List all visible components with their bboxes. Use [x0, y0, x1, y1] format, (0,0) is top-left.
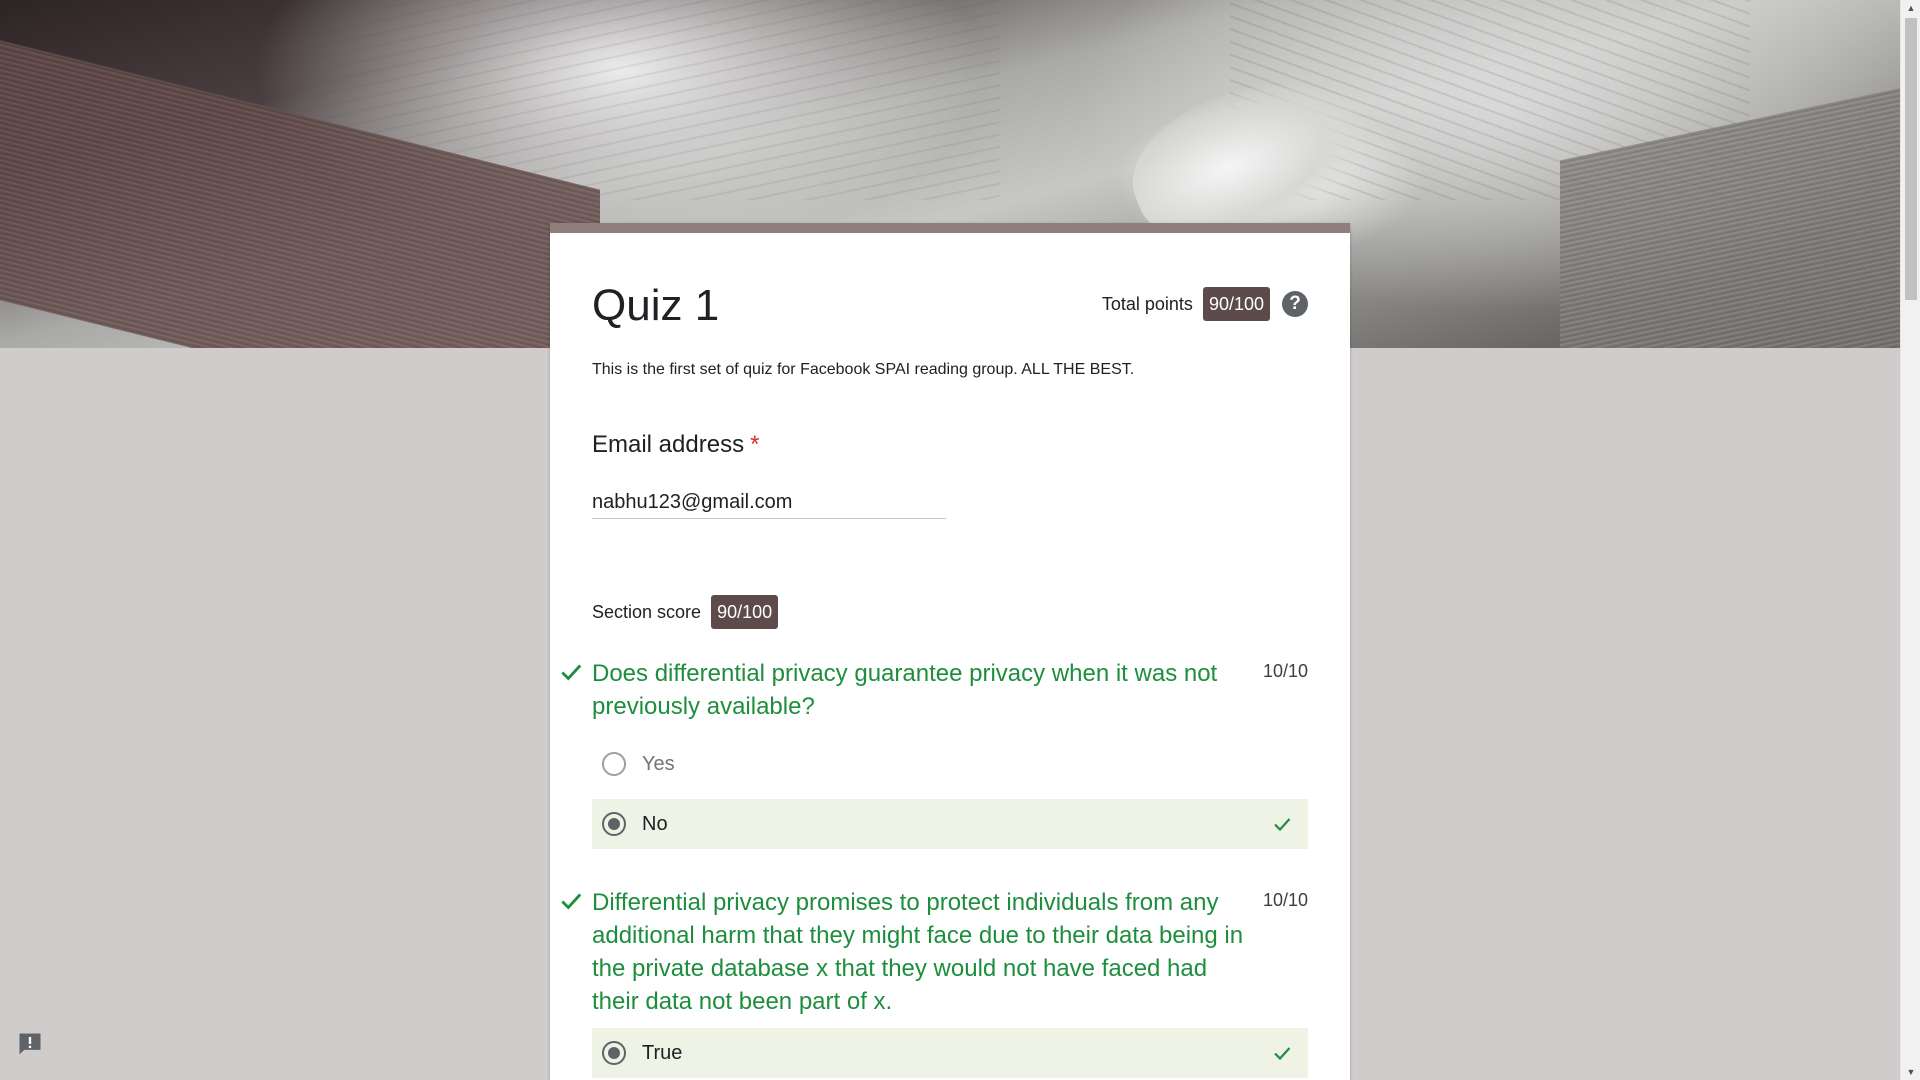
question-2: Differential privacy promises to protect…: [561, 886, 1308, 1078]
radio-button-selected: [602, 1041, 626, 1065]
section-score-badge: 90/100: [711, 595, 779, 629]
scroll-down-arrow-icon[interactable]: ▼: [1901, 1064, 1920, 1080]
question-points: 10/10: [1262, 661, 1308, 681]
option-label: True: [642, 1041, 683, 1064]
help-circle-icon[interactable]: ?: [1282, 291, 1308, 317]
total-points-label: Total points: [1101, 293, 1193, 314]
email-label-text: Email address: [592, 431, 745, 458]
option-yes: Yes: [592, 739, 1308, 789]
report-feedback-icon: [19, 1033, 41, 1055]
radio-button-selected: [602, 812, 626, 836]
email-question-label: Email address *: [592, 431, 759, 459]
email-field: nabhu123@gmail.com: [592, 491, 946, 519]
form-description: This is the first set of quiz for Facebo…: [592, 361, 1135, 378]
checkmark-icon: [561, 664, 582, 681]
radio-button: [602, 752, 626, 776]
option-label: Yes: [642, 752, 675, 775]
scrollbar-thumb[interactable]: [1905, 18, 1917, 300]
question-text: Does differential privacy guarantee priv…: [592, 660, 1218, 720]
required-asterisk: *: [750, 431, 760, 458]
option-true: True: [592, 1028, 1308, 1078]
checkmark-icon: [1274, 818, 1291, 832]
section-score-label: Section score: [592, 601, 702, 622]
section-score: Section score 90/100: [592, 595, 779, 629]
total-points: Total points 90/100 ?: [1102, 287, 1308, 321]
question-points: 10/10: [1262, 890, 1308, 910]
checkmark-icon: [561, 893, 582, 910]
question-1: Does differential privacy guarantee priv…: [561, 657, 1308, 849]
scroll-up-arrow-icon[interactable]: ▲: [1901, 0, 1920, 16]
option-label: No: [642, 812, 668, 835]
total-points-badge: 90/100: [1202, 287, 1270, 321]
form-card: Quiz 1 Total points 90/100 ? This is the…: [550, 223, 1350, 1080]
page-title: Quiz 1: [592, 281, 720, 330]
option-no: No: [592, 799, 1308, 849]
form-header: Quiz 1 Total points 90/100 ?: [592, 281, 1308, 331]
report-feedback-button[interactable]: [16, 1030, 44, 1058]
question-text: Differential privacy promises to protect…: [592, 889, 1244, 1015]
checkmark-icon: [1274, 1047, 1291, 1061]
vertical-scrollbar[interactable]: ▲ ▼: [1900, 0, 1920, 1080]
